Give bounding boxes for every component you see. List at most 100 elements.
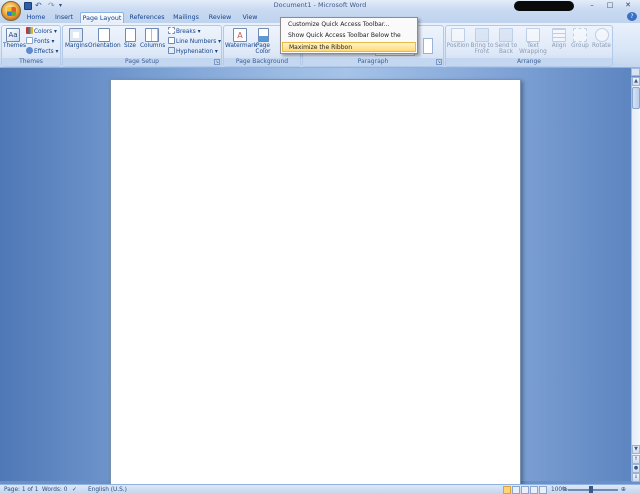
fonts-label: Fonts (34, 39, 50, 45)
word-count[interactable]: Words: 0 (42, 486, 67, 494)
breaks-label: Breaks (176, 29, 196, 35)
hyphenation-icon (168, 47, 175, 54)
rotate-label: Rotate (592, 43, 611, 49)
size-label: Size (124, 43, 136, 49)
tab-mailings[interactable]: Mailings (170, 12, 202, 23)
rotate-button[interactable]: Rotate (591, 28, 612, 49)
margins-icon (69, 28, 83, 42)
close-button[interactable]: ✕ (620, 1, 636, 10)
ruler-toggle-button[interactable] (631, 68, 640, 76)
page-background-group-label: Page Background (224, 58, 300, 66)
text-wrapping-icon (526, 28, 540, 42)
bring-to-front-label-2: Front (474, 49, 490, 55)
menu-customize-quick-access[interactable]: Customize Quick Access Toolbar... (282, 20, 416, 30)
page-setup-group: Margins Orientation Size Columns Breaks … (62, 25, 222, 67)
quick-access-context-menu: Customize Quick Access Toolbar... Show Q… (280, 17, 418, 54)
next-page-icon[interactable]: ⇓ (632, 473, 640, 482)
text-wrapping-button[interactable]: Text Wrapping (518, 28, 548, 55)
title-bar: Document1 - Microsoft Word ↶ ↷ ▾ – □ ✕ (0, 0, 640, 11)
tab-home[interactable]: Home (24, 12, 48, 23)
web-layout-icon[interactable] (521, 486, 529, 494)
orientation-icon (98, 28, 110, 42)
proofing-icon[interactable]: ✓ (72, 486, 77, 494)
scroll-down-icon[interactable]: ▼ (632, 445, 640, 454)
page-color-icon (257, 28, 269, 42)
group-label: Group (571, 43, 589, 49)
align-button[interactable]: Align (549, 28, 569, 49)
themes-icon: Aa (6, 28, 20, 42)
undo-icon[interactable]: ↶ (35, 1, 45, 10)
paragraph-launcher-icon[interactable]: ↘ (436, 59, 442, 65)
tab-view[interactable]: View (238, 12, 262, 23)
menu-show-qat-below-ribbon[interactable]: Show Quick Access Toolbar Below the Ribb… (282, 31, 416, 49)
draft-view-icon[interactable] (539, 486, 547, 494)
maximize-button[interactable]: □ (602, 1, 618, 10)
columns-label: Columns (140, 43, 166, 49)
effects-label: Effects (34, 49, 54, 55)
spacing-spinner[interactable] (423, 38, 433, 54)
tab-insert[interactable]: Insert (51, 12, 77, 23)
breaks-button[interactable]: Breaks ▾ (168, 27, 201, 36)
hyphenation-button[interactable]: Hyphenation ▾ (168, 47, 218, 56)
send-to-back-button[interactable]: Send to Back (494, 28, 518, 55)
effects-button[interactable]: Effects ▾ (26, 47, 58, 56)
size-icon (124, 28, 136, 42)
colors-button[interactable]: Colors ▾ (26, 27, 57, 36)
tab-review[interactable]: Review (205, 12, 235, 23)
bring-to-front-button[interactable]: Bring to Front (470, 28, 494, 55)
page-count[interactable]: Page: 1 of 1 (4, 486, 38, 494)
zoom-slider-knob[interactable] (589, 486, 593, 493)
document-page[interactable] (110, 79, 521, 489)
themes-button[interactable]: Aa Themes (3, 28, 27, 49)
previous-page-icon[interactable]: ⇑ (632, 455, 640, 464)
align-label: Align (551, 43, 567, 49)
redo-icon[interactable]: ↷ (48, 1, 56, 10)
colors-label: Colors (34, 29, 53, 35)
themes-button-label: Themes (3, 43, 27, 49)
size-button[interactable]: Size (121, 28, 139, 49)
help-icon[interactable]: ? (627, 12, 637, 21)
position-button[interactable]: Position (446, 28, 470, 49)
bring-to-front-icon (475, 28, 489, 42)
scroll-up-icon[interactable]: ▲ (632, 77, 640, 86)
page-color-button[interactable]: Page Color (255, 28, 271, 55)
tab-references[interactable]: References (127, 12, 167, 23)
watermark-button[interactable]: A Watermark (225, 28, 257, 49)
margins-button[interactable]: Margins (65, 28, 88, 49)
page-setup-group-label: Page Setup (63, 58, 221, 66)
customize-dropdown-icon[interactable]: ▾ (59, 2, 64, 10)
fonts-icon (26, 37, 33, 44)
select-browse-object-icon[interactable]: ● (632, 464, 640, 473)
hyphenation-label: Hyphenation (176, 49, 214, 55)
vertical-scrollbar[interactable]: ▲ ▼ ⇑ ● ⇓ (631, 77, 640, 482)
orientation-button[interactable]: Orientation (88, 28, 121, 49)
watermark-label: Watermark (225, 43, 257, 49)
margins-label: Margins (65, 43, 88, 49)
line-numbers-icon (168, 37, 175, 44)
position-icon (451, 28, 465, 42)
save-icon[interactable] (24, 1, 32, 10)
zoom-out-icon[interactable]: ⊖ (562, 486, 567, 494)
group-button[interactable]: Group (570, 28, 590, 49)
scroll-thumb[interactable] (632, 87, 640, 109)
minimize-button[interactable]: – (584, 1, 600, 10)
align-icon (552, 28, 566, 42)
full-screen-reading-icon[interactable] (512, 486, 520, 494)
language-indicator[interactable]: English (U.S.) (88, 486, 127, 494)
group-icon (573, 28, 587, 42)
menu-maximize-ribbon[interactable]: Maximize the Ribbon (282, 42, 416, 52)
fonts-button[interactable]: Fonts ▾ (26, 37, 54, 46)
outline-view-icon[interactable] (530, 486, 538, 494)
arrange-group-label: Arrange (446, 58, 612, 66)
office-button[interactable] (1, 1, 21, 21)
zoom-slider[interactable] (568, 489, 618, 491)
zoom-in-icon[interactable]: ⊕ (621, 486, 626, 494)
status-bar: Page: 1 of 1 Words: 0 ✓ English (U.S.) 1… (0, 484, 640, 494)
page-setup-launcher-icon[interactable]: ↘ (214, 59, 220, 65)
line-numbers-label: Line Numbers (176, 39, 217, 45)
quick-access-toolbar: ↶ ↷ ▾ (24, 1, 64, 10)
line-numbers-button[interactable]: Line Numbers ▾ (168, 37, 221, 46)
tab-page-layout[interactable]: Page Layout (80, 12, 124, 23)
columns-button[interactable]: Columns (140, 28, 166, 49)
print-layout-view-icon[interactable] (503, 486, 511, 494)
